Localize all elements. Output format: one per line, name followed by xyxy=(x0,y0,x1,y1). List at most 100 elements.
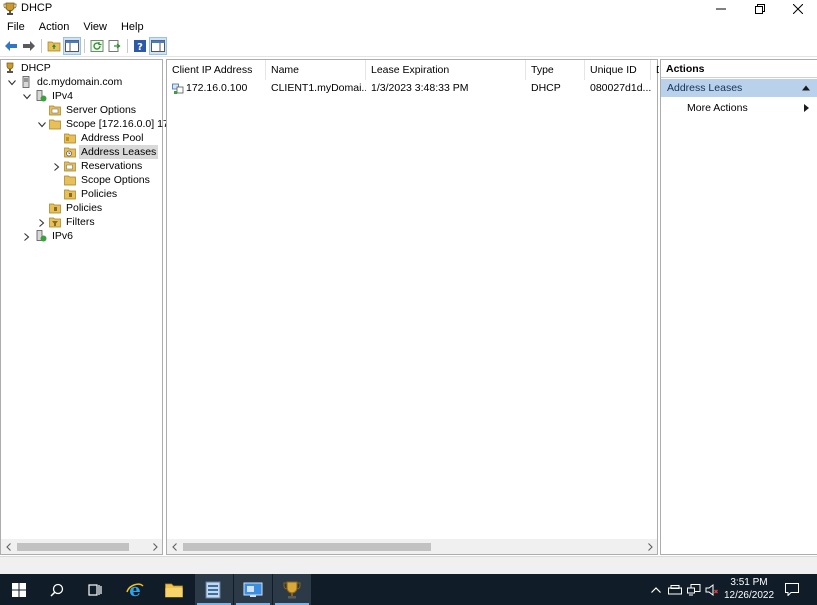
close-button[interactable] xyxy=(779,0,817,18)
scroll-left-icon[interactable] xyxy=(167,540,181,554)
column-header-name[interactable]: Name xyxy=(266,60,366,80)
scrollbar-thumb[interactable] xyxy=(17,543,129,551)
export-list-button[interactable] xyxy=(107,38,123,54)
taskbar: e 3:51 PM 12/26/2022 xyxy=(0,574,817,605)
notification-icon xyxy=(785,583,799,596)
help-button[interactable]: ? xyxy=(132,38,148,54)
column-header-description[interactable]: D xyxy=(651,60,659,80)
address-pool-icon xyxy=(64,133,76,144)
lease-computer-icon xyxy=(172,83,184,94)
list-horizontal-scrollbar[interactable] xyxy=(167,539,657,554)
taskbar-internet-explorer[interactable]: e xyxy=(116,574,154,605)
actions-section-address-leases[interactable]: Address Leases xyxy=(661,79,817,97)
submenu-arrow-icon xyxy=(804,104,809,112)
start-button[interactable] xyxy=(0,574,38,605)
forward-button[interactable] xyxy=(21,38,37,54)
search-button[interactable] xyxy=(38,574,76,605)
file-explorer-icon xyxy=(165,583,183,597)
more-actions-item[interactable]: More Actions xyxy=(661,100,817,116)
taskbar-clock[interactable]: 3:51 PM 12/26/2022 xyxy=(718,576,780,602)
menu-help[interactable]: Help xyxy=(114,19,151,35)
tree-item-address-pool[interactable]: Address Pool xyxy=(64,131,145,145)
taskbar-remote-desktop[interactable] xyxy=(234,574,272,605)
tree-item-reservations[interactable]: Reservations xyxy=(64,159,144,173)
show-hide-action-pane-icon xyxy=(151,40,165,52)
taskbar-file-explorer[interactable] xyxy=(155,574,193,605)
collapse-triangle-icon[interactable] xyxy=(802,85,810,91)
show-hide-action-pane-button[interactable] xyxy=(149,37,167,55)
cell-unique-id: 080027d1d... xyxy=(590,82,651,94)
menu-action[interactable]: Action xyxy=(32,19,77,35)
up-one-level-button[interactable] xyxy=(46,38,62,54)
volume-muted-icon xyxy=(705,583,718,596)
title-bar: DHCP xyxy=(0,0,817,18)
tree-item-filters[interactable]: Filters xyxy=(49,215,97,229)
scroll-right-icon[interactable] xyxy=(148,540,162,554)
dhcp-console-icon xyxy=(283,581,301,598)
tree-label: IPv4 xyxy=(52,90,74,102)
taskbar-dhcp-console[interactable] xyxy=(273,574,311,605)
refresh-button[interactable] xyxy=(89,38,105,54)
column-header-lease-expiration[interactable]: Lease Expiration xyxy=(366,60,526,80)
start-windows-icon xyxy=(12,582,26,597)
tree-item-dhcp[interactable]: DHCP xyxy=(4,61,53,75)
tray-device-button[interactable] xyxy=(667,574,683,605)
tree-label: dc.mydomain.com xyxy=(37,76,123,88)
tree-item-address-leases[interactable]: Address Leases xyxy=(64,145,159,159)
show-hide-console-tree-button[interactable] xyxy=(63,37,81,55)
action-center-button[interactable] xyxy=(782,574,802,605)
tree-label: Address Leases xyxy=(79,145,159,159)
task-view-icon xyxy=(88,583,102,596)
tree-label: Policies xyxy=(66,202,103,214)
scrollbar-thumb[interactable] xyxy=(183,543,431,551)
back-button[interactable] xyxy=(3,38,19,54)
tree-item-scope-policies[interactable]: Policies xyxy=(64,187,119,201)
reservations-icon xyxy=(64,161,76,172)
taskbar-server-manager[interactable] xyxy=(195,574,233,605)
menu-view[interactable]: View xyxy=(76,19,114,35)
clock-time: 3:51 PM xyxy=(730,577,768,588)
tree-item-policies[interactable]: Policies xyxy=(49,201,104,215)
expand-chevron-icon[interactable] xyxy=(52,162,62,172)
leases-list-pane: Client IP Address Name Lease Expiration … xyxy=(166,59,659,555)
policies-icon xyxy=(49,203,61,214)
tree-item-ipv6[interactable]: IPv6 xyxy=(35,229,75,243)
restore-button[interactable] xyxy=(741,0,779,18)
tree-item-ipv4[interactable]: IPv4 xyxy=(35,89,75,103)
column-header-type[interactable]: Type xyxy=(526,60,585,80)
cell-name: CLIENT1.myDomai... xyxy=(271,82,366,94)
console-tree-pane: DHCP dc.mydomain.com IPv4 Server Options… xyxy=(0,59,178,555)
tray-network-button[interactable] xyxy=(686,574,702,605)
minimize-icon xyxy=(716,8,726,10)
collapse-chevron-icon[interactable] xyxy=(22,92,32,102)
scroll-right-icon[interactable] xyxy=(643,540,657,554)
status-bar xyxy=(0,556,817,575)
tree-label: Filters xyxy=(66,216,95,228)
column-header-client-ip[interactable]: Client IP Address xyxy=(167,60,266,80)
expand-chevron-icon[interactable] xyxy=(37,218,47,228)
expand-chevron-icon[interactable] xyxy=(22,232,32,242)
show-hidden-icons-button[interactable] xyxy=(649,574,663,605)
tree-horizontal-scrollbar[interactable] xyxy=(1,539,162,554)
svg-text:?: ? xyxy=(137,42,143,52)
column-header-unique-id[interactable]: Unique ID xyxy=(585,60,651,80)
tree-item-server-options[interactable]: Server Options xyxy=(49,103,138,117)
collapse-chevron-icon[interactable] xyxy=(7,78,17,88)
tree-item-server[interactable]: dc.mydomain.com xyxy=(20,75,124,89)
clock-date: 12/26/2022 xyxy=(723,590,775,601)
menu-file[interactable]: File xyxy=(0,19,32,35)
tree-item-scope-options[interactable]: Scope Options xyxy=(64,173,152,187)
scroll-left-icon[interactable] xyxy=(1,540,15,554)
help-icon: ? xyxy=(134,40,146,52)
chevron-up-icon xyxy=(651,586,661,593)
device-icon xyxy=(668,584,682,594)
task-view-button[interactable] xyxy=(76,574,114,605)
ipv6-network-icon xyxy=(36,230,47,242)
collapse-chevron-icon[interactable] xyxy=(37,120,47,130)
cell-lease-expiration: 1/3/2023 3:48:33 PM xyxy=(371,82,469,94)
tree-label: Policies xyxy=(81,188,118,200)
minimize-button[interactable] xyxy=(702,0,740,18)
lease-row[interactable]: 172.16.0.100 CLIENT1.myDomai... 1/3/2023… xyxy=(167,80,657,97)
client-ip-text: 172.16.0.100 xyxy=(186,82,248,94)
tree-item-scope[interactable]: Scope [172.16.0.0] 172. xyxy=(49,117,180,131)
